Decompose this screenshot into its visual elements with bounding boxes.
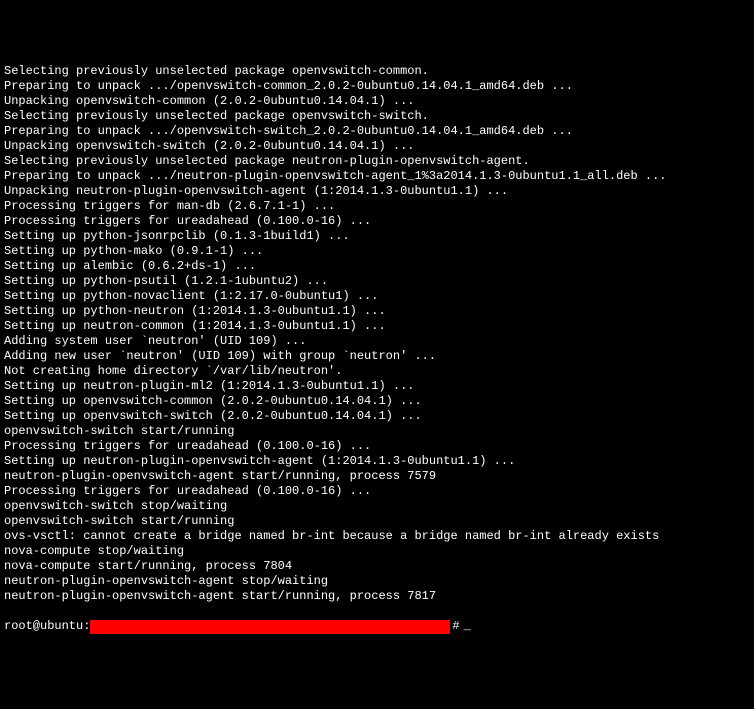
terminal-line: Setting up neutron-plugin-ml2 (1:2014.1.… bbox=[4, 379, 750, 394]
terminal-line: Setting up openvswitch-common (2.0.2-0ub… bbox=[4, 394, 750, 409]
cursor: _ bbox=[464, 619, 471, 634]
terminal-line: Selecting previously unselected package … bbox=[4, 64, 750, 79]
terminal-line: Adding new user `neutron' (UID 109) with… bbox=[4, 349, 750, 364]
terminal-line: Unpacking neutron-plugin-openvswitch-age… bbox=[4, 184, 750, 199]
terminal-line: nova-compute start/running, process 7804 bbox=[4, 559, 750, 574]
terminal-line: neutron-plugin-openvswitch-agent start/r… bbox=[4, 589, 750, 604]
terminal-line: openvswitch-switch start/running bbox=[4, 424, 750, 439]
terminal-line: Preparing to unpack .../neutron-plugin-o… bbox=[4, 169, 750, 184]
terminal-line: Setting up neutron-plugin-openvswitch-ag… bbox=[4, 454, 750, 469]
terminal-line: ovs-vsctl: cannot create a bridge named … bbox=[4, 529, 750, 544]
terminal-line: neutron-plugin-openvswitch-agent stop/wa… bbox=[4, 574, 750, 589]
terminal-line: Processing triggers for man-db (2.6.7.1-… bbox=[4, 199, 750, 214]
terminal-line: Selecting previously unselected package … bbox=[4, 109, 750, 124]
terminal-output: Selecting previously unselected package … bbox=[4, 64, 750, 604]
terminal-line: Setting up python-novaclient (1:2.17.0-0… bbox=[4, 289, 750, 304]
prompt-hash: # bbox=[452, 619, 459, 634]
terminal-line: Setting up neutron-common (1:2014.1.3-0u… bbox=[4, 319, 750, 334]
prompt-line[interactable]: root@ubuntu: # _ bbox=[4, 619, 750, 634]
terminal-line: Preparing to unpack .../openvswitch-swit… bbox=[4, 124, 750, 139]
terminal-line: Processing triggers for ureadahead (0.10… bbox=[4, 484, 750, 499]
terminal-line: Processing triggers for ureadahead (0.10… bbox=[4, 439, 750, 454]
terminal-line: Setting up python-psutil (1.2.1-1ubuntu2… bbox=[4, 274, 750, 289]
terminal-line: Preparing to unpack .../openvswitch-comm… bbox=[4, 79, 750, 94]
terminal-line: Selecting previously unselected package … bbox=[4, 154, 750, 169]
prompt-user-host: root@ubuntu: bbox=[4, 619, 90, 634]
terminal-line: Adding system user `neutron' (UID 109) .… bbox=[4, 334, 750, 349]
terminal-line: Processing triggers for ureadahead (0.10… bbox=[4, 214, 750, 229]
terminal-line: Unpacking openvswitch-common (2.0.2-0ubu… bbox=[4, 94, 750, 109]
terminal-line: openvswitch-switch start/running bbox=[4, 514, 750, 529]
terminal-line: Not creating home directory `/var/lib/ne… bbox=[4, 364, 750, 379]
terminal-line: Setting up python-neutron (1:2014.1.3-0u… bbox=[4, 304, 750, 319]
terminal-line: Setting up openvswitch-switch (2.0.2-0ub… bbox=[4, 409, 750, 424]
terminal-line: Setting up python-mako (0.9.1-1) ... bbox=[4, 244, 750, 259]
terminal-line: Setting up python-jsonrpclib (0.1.3-1bui… bbox=[4, 229, 750, 244]
terminal-line: Setting up alembic (0.6.2+ds-1) ... bbox=[4, 259, 750, 274]
terminal-line: Unpacking openvswitch-switch (2.0.2-0ubu… bbox=[4, 139, 750, 154]
terminal-line: openvswitch-switch stop/waiting bbox=[4, 499, 750, 514]
redacted-path bbox=[90, 620, 450, 634]
terminal-line: nova-compute stop/waiting bbox=[4, 544, 750, 559]
terminal-line: neutron-plugin-openvswitch-agent start/r… bbox=[4, 469, 750, 484]
